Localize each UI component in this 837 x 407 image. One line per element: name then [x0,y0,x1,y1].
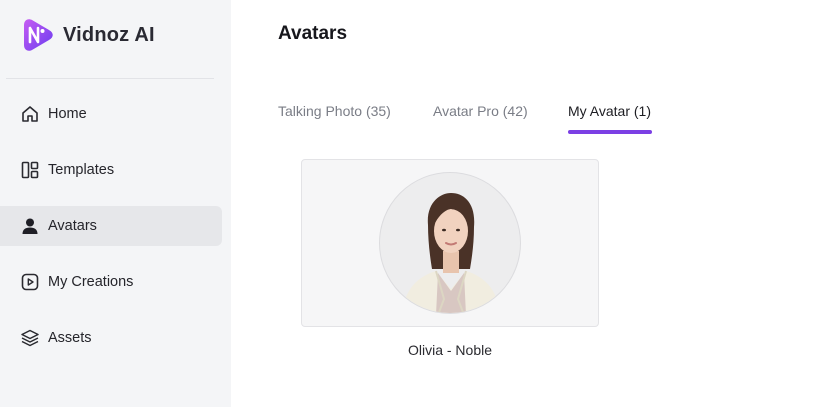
sidebar: Vidnoz AI Home Templates Avatars My Crea… [0,0,231,407]
layers-icon [20,328,40,348]
sidebar-item-label: Assets [48,330,92,346]
sidebar-item-label: Templates [48,162,115,178]
tab-avatar-pro[interactable]: Avatar Pro (42) [433,103,528,119]
sidebar-item-templates[interactable]: Templates [0,150,222,190]
active-tab-indicator [568,130,652,134]
app-window: Vidnoz AI Home Templates Avatars My Crea… [0,0,837,407]
sidebar-item-label: Avatars [48,218,97,234]
main-content: Avatars Talking Photo (35) Avatar Pro (4… [231,0,837,407]
sidebar-item-home[interactable]: Home [0,94,222,134]
avatar-card[interactable] [301,159,599,327]
avatar-portrait-image [402,193,500,313]
tab-talking-photo[interactable]: Talking Photo (35) [278,103,391,119]
tab-my-avatar[interactable]: My Avatar (1) [568,103,651,119]
sidebar-item-assets[interactable]: Assets [0,318,222,358]
user-icon [20,216,40,236]
templates-icon [20,160,40,180]
brand-name: Vidnoz AI [63,23,155,46]
page-title: Avatars [278,23,348,44]
divider [6,78,214,79]
sidebar-item-my-creations[interactable]: My Creations [0,262,222,302]
play-square-icon [20,272,40,292]
home-icon [20,104,40,124]
brand[interactable]: Vidnoz AI [18,17,155,53]
sidebar-item-label: Home [48,106,87,122]
avatar-name[interactable]: Olivia - Noble [301,342,599,358]
sidebar-item-label: My Creations [48,274,134,290]
vidnoz-logo-icon [24,19,53,51]
sidebar-item-avatars[interactable]: Avatars [0,206,222,246]
avatar-thumbnail [379,172,521,314]
